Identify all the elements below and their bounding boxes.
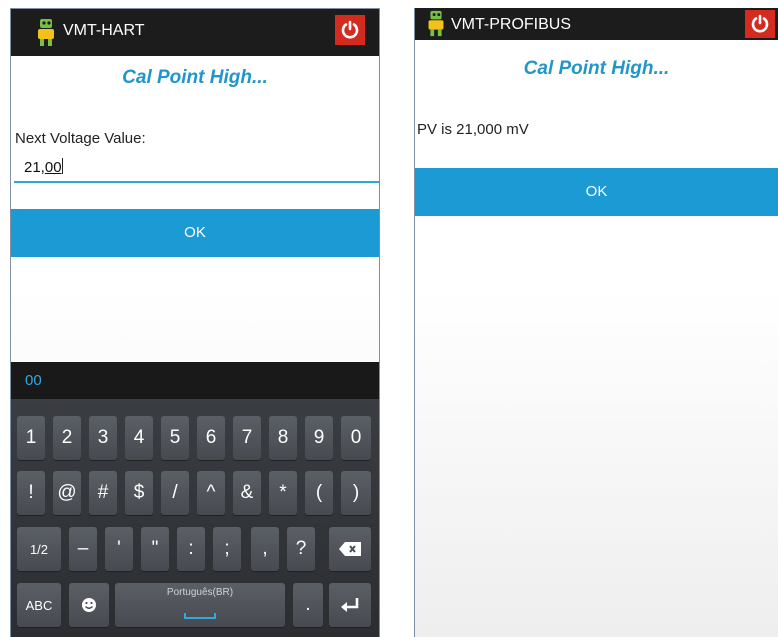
key-quote[interactable]: " (141, 527, 169, 571)
key-dash[interactable]: – (69, 527, 97, 571)
key-0[interactable]: 0 (341, 416, 371, 460)
hart-phone-screen: VMT-HART Cal Point High... Next Voltage … (10, 8, 380, 637)
key-close-paren[interactable]: ) (341, 471, 371, 515)
enter-icon (341, 598, 359, 612)
voltage-input[interactable]: 21,00 (14, 157, 379, 183)
suggestion-item[interactable]: 00 (25, 372, 42, 389)
key-5[interactable]: 5 (161, 416, 189, 460)
key-dollar[interactable]: $ (125, 471, 153, 515)
app-title: VMT-PROFIBUS (451, 16, 572, 33)
key-ampersand[interactable]: & (233, 471, 261, 515)
key-slash[interactable]: / (161, 471, 189, 515)
power-button[interactable] (335, 15, 365, 45)
emoji-icon (82, 598, 96, 612)
title-bar: VMT-PROFIBUS (415, 8, 778, 40)
screen-title: Cal Point High... (523, 58, 670, 79)
key-colon[interactable]: : (177, 527, 205, 571)
key-open-paren[interactable]: ( (305, 471, 333, 515)
key-7[interactable]: 7 (233, 416, 261, 460)
suggestion-bar: 00 (11, 362, 379, 399)
key-2[interactable]: 2 (53, 416, 81, 460)
power-icon (751, 14, 769, 33)
emoji-key[interactable] (69, 583, 109, 627)
profibus-phone-screen: VMT-PROFIBUS Cal Point High... PV is 21,… (414, 8, 778, 637)
power-button[interactable] (745, 10, 775, 38)
text-cursor (61, 158, 63, 174)
key-at[interactable]: @ (53, 471, 81, 515)
key-caret[interactable]: ^ (197, 471, 225, 515)
backspace-key[interactable] (329, 527, 371, 571)
key-abc[interactable]: ABC (17, 583, 61, 627)
key-apostrophe[interactable]: ' (105, 527, 133, 571)
space-bar-icon (184, 613, 216, 619)
input-value-prefix: 21, (24, 159, 45, 176)
key-asterisk[interactable]: * (269, 471, 297, 515)
key-exclamation[interactable]: ! (17, 471, 45, 515)
keyboard-language-label: Português(BR) (166, 587, 234, 598)
key-period[interactable]: . (293, 583, 323, 627)
app-title: VMT-HART (63, 22, 145, 39)
key-3[interactable]: 3 (89, 416, 117, 460)
key-page-toggle[interactable]: 1/2 (17, 527, 61, 571)
title-bar: VMT-HART (11, 9, 379, 56)
key-4[interactable]: 4 (125, 416, 153, 460)
input-value-composing: 00 (44, 159, 62, 176)
field-label: Next Voltage Value: (15, 130, 146, 147)
space-key[interactable]: Português(BR) (115, 583, 285, 627)
key-6[interactable]: 6 (197, 416, 225, 460)
ok-button[interactable]: OK (415, 168, 778, 216)
backspace-icon (339, 542, 361, 556)
key-semicolon[interactable]: ; (213, 527, 241, 571)
power-icon (341, 20, 359, 39)
key-8[interactable]: 8 (269, 416, 297, 460)
soft-keyboard: 1 2 3 4 5 6 7 8 9 0 ! @ # $ / ^ & * ( ) … (11, 399, 379, 637)
key-comma[interactable]: , (251, 527, 279, 571)
robot-icon (38, 19, 54, 46)
screen-title: Cal Point High... (122, 67, 268, 88)
key-1[interactable]: 1 (17, 416, 45, 460)
robot-icon (428, 10, 444, 37)
key-hash[interactable]: # (89, 471, 117, 515)
enter-key[interactable] (329, 583, 371, 627)
ok-button[interactable]: OK (11, 209, 379, 257)
key-9[interactable]: 9 (305, 416, 333, 460)
pv-message: PV is 21,000 mV (417, 121, 529, 138)
key-question[interactable]: ? (287, 527, 315, 571)
